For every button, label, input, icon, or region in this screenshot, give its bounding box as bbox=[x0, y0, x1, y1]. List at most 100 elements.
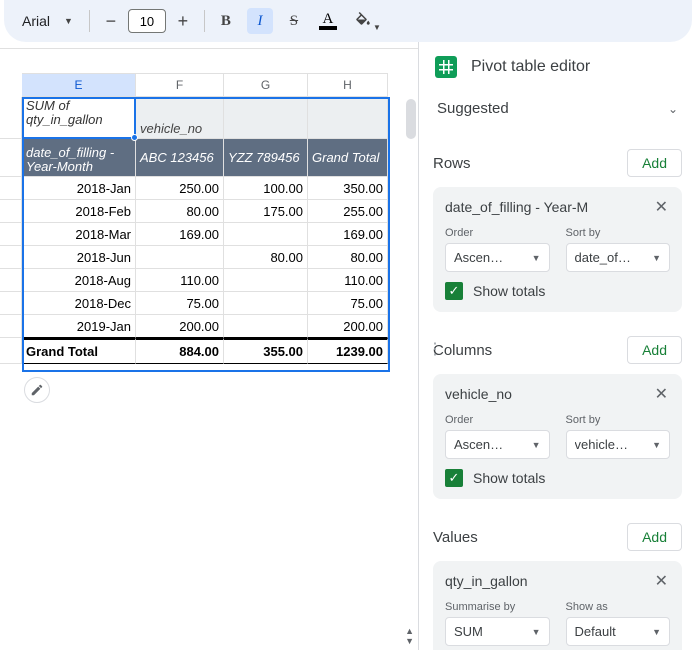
pivot-cell bbox=[224, 269, 308, 292]
pivot-row-label: 2018-Dec bbox=[22, 292, 136, 315]
pivot-corner-label: SUM of qty_in_gallon bbox=[22, 97, 136, 139]
pivot-cell: 100.00 bbox=[224, 177, 308, 200]
row-field-chip[interactable]: date_of_filling - Year-M ✕ Order Ascen…▼… bbox=[433, 187, 682, 312]
chevron-down-icon: ⌄ bbox=[668, 102, 678, 116]
add-column-button[interactable]: Add bbox=[627, 336, 682, 364]
remove-chip-button[interactable]: ✕ bbox=[653, 197, 670, 217]
pivot-cell: 80.00 bbox=[224, 246, 308, 269]
pivot-row-group-label: date_of_filling - Year-Month bbox=[22, 139, 136, 177]
summarise-label: Summarise by bbox=[445, 601, 550, 613]
pivot-editor-panel: Pivot table editor Suggested ⌄ Rows Add … bbox=[418, 42, 696, 650]
pivot-cell: 200.00 bbox=[308, 315, 388, 338]
sortby-label: Sort by bbox=[566, 414, 671, 426]
pivot-cell: 80.00 bbox=[136, 200, 224, 223]
chevron-down-icon: ▼ bbox=[532, 440, 541, 450]
pivot-cell: 169.00 bbox=[136, 223, 224, 246]
toolbar-divider bbox=[89, 10, 90, 32]
drag-handle-icon[interactable]: ⋮ bbox=[427, 347, 444, 353]
sortby-select[interactable]: vehicle…▼ bbox=[566, 430, 671, 459]
grid-body: SUM of qty_in_gallon vehicle_no date_of_… bbox=[0, 97, 418, 624]
fill-handle[interactable] bbox=[131, 134, 138, 141]
pivot-cell: 200.00 bbox=[136, 315, 224, 338]
pivot-cell bbox=[224, 223, 308, 246]
pivot-row-label: 2018-Jan bbox=[22, 177, 136, 200]
pivot-row-label: 2018-Mar bbox=[22, 223, 136, 246]
chevron-down-icon: ▼ bbox=[652, 440, 661, 450]
chip-name: qty_in_gallon bbox=[445, 573, 528, 589]
increase-font-button[interactable]: + bbox=[172, 9, 194, 33]
font-size-group: − + bbox=[100, 9, 194, 33]
show-totals-checkbox[interactable]: ✓ bbox=[445, 282, 463, 300]
fill-color-button[interactable]: ▼ bbox=[349, 8, 377, 34]
column-headers: E F G H bbox=[0, 73, 418, 97]
showas-label: Show as bbox=[566, 601, 671, 613]
chip-name: date_of_filling - Year-M bbox=[445, 199, 588, 215]
pivot-cell: 110.00 bbox=[308, 269, 388, 292]
toolbar: Arial ▼ − + B I S A ▼ bbox=[4, 0, 692, 42]
font-selector[interactable]: Arial ▼ bbox=[14, 9, 81, 33]
add-row-button[interactable]: Add bbox=[627, 149, 682, 177]
pivot-cell bbox=[136, 246, 224, 269]
chevron-down-icon: ▼ bbox=[652, 627, 661, 637]
suggested-label: Suggested bbox=[437, 100, 509, 117]
chip-name: vehicle_no bbox=[445, 386, 512, 402]
toolbar-divider bbox=[204, 10, 205, 32]
sortby-select[interactable]: date_of…▼ bbox=[566, 243, 671, 272]
order-select[interactable]: Ascen…▼ bbox=[445, 430, 550, 459]
grand-total-label: Grand Total bbox=[22, 338, 136, 364]
text-color-button[interactable]: A bbox=[315, 12, 341, 30]
decrease-font-button[interactable]: − bbox=[100, 9, 122, 33]
fill-color-icon bbox=[354, 12, 372, 30]
rows-section-title: Rows bbox=[433, 155, 471, 172]
vertical-scrollbar[interactable] bbox=[406, 99, 416, 139]
strikethrough-button[interactable]: S bbox=[281, 8, 307, 34]
remove-chip-button[interactable]: ✕ bbox=[653, 571, 670, 591]
remove-chip-button[interactable]: ✕ bbox=[653, 384, 670, 404]
suggested-toggle[interactable]: Suggested ⌄ bbox=[433, 90, 682, 131]
chevron-down-icon: ▼ bbox=[532, 627, 541, 637]
pivot-row-label: 2019-Jan bbox=[22, 315, 136, 338]
pivot-row-label: 2018-Feb bbox=[22, 200, 136, 223]
column-header[interactable]: F bbox=[136, 73, 224, 97]
pivot-col-header: Grand Total bbox=[308, 139, 388, 177]
pivot-cell: 255.00 bbox=[308, 200, 388, 223]
value-field-chip[interactable]: qty_in_gallon ✕ Summarise by SUM▼ Show a… bbox=[433, 561, 682, 650]
font-size-input[interactable] bbox=[128, 9, 166, 33]
grand-total-cell: 355.00 bbox=[224, 338, 308, 364]
show-totals-label: Show totals bbox=[473, 470, 545, 486]
column-header[interactable]: G bbox=[224, 73, 308, 97]
panel-header: Pivot table editor bbox=[419, 42, 696, 90]
pivot-col-header: ABC 123456 bbox=[136, 139, 224, 177]
scroll-arrows[interactable]: ▲▼ bbox=[405, 626, 414, 646]
values-section-title: Values bbox=[433, 529, 478, 546]
italic-button[interactable]: I bbox=[247, 8, 273, 34]
showas-select[interactable]: Default▼ bbox=[566, 617, 671, 646]
pivot-row-label: 2018-Aug bbox=[22, 269, 136, 292]
pivot-row-label: 2018-Jun bbox=[22, 246, 136, 269]
pivot-col-header: YZZ 789456 bbox=[224, 139, 308, 177]
pivot-col-group-label: vehicle_no bbox=[136, 97, 224, 139]
pivot-cell: 175.00 bbox=[224, 200, 308, 223]
pivot-cell: 75.00 bbox=[308, 292, 388, 315]
column-header[interactable]: E bbox=[22, 73, 136, 97]
order-label: Order bbox=[445, 414, 550, 426]
pivot-cell: 250.00 bbox=[136, 177, 224, 200]
column-field-chip[interactable]: vehicle_no ✕ Order Ascen…▼ Sort by vehic… bbox=[433, 374, 682, 499]
sortby-label: Sort by bbox=[566, 227, 671, 239]
add-value-button[interactable]: Add bbox=[627, 523, 682, 551]
show-totals-label: Show totals bbox=[473, 283, 545, 299]
pivot-cell: 75.00 bbox=[136, 292, 224, 315]
summarise-select[interactable]: SUM▼ bbox=[445, 617, 550, 646]
chevron-down-icon: ▼ bbox=[373, 23, 381, 32]
bold-button[interactable]: B bbox=[213, 8, 239, 34]
pivot-cell: 350.00 bbox=[308, 177, 388, 200]
order-select[interactable]: Ascen…▼ bbox=[445, 243, 550, 272]
spreadsheet-pane[interactable]: E F G H SUM of qty_in_gallon vehicle_no … bbox=[0, 48, 418, 650]
column-header[interactable]: H bbox=[308, 73, 388, 97]
pivot-cell: 80.00 bbox=[308, 246, 388, 269]
pivot-cell: 110.00 bbox=[136, 269, 224, 292]
chevron-down-icon: ▼ bbox=[64, 16, 73, 26]
sheets-icon bbox=[435, 56, 457, 78]
show-totals-checkbox[interactable]: ✓ bbox=[445, 469, 463, 487]
grand-total-cell: 1239.00 bbox=[308, 338, 388, 364]
